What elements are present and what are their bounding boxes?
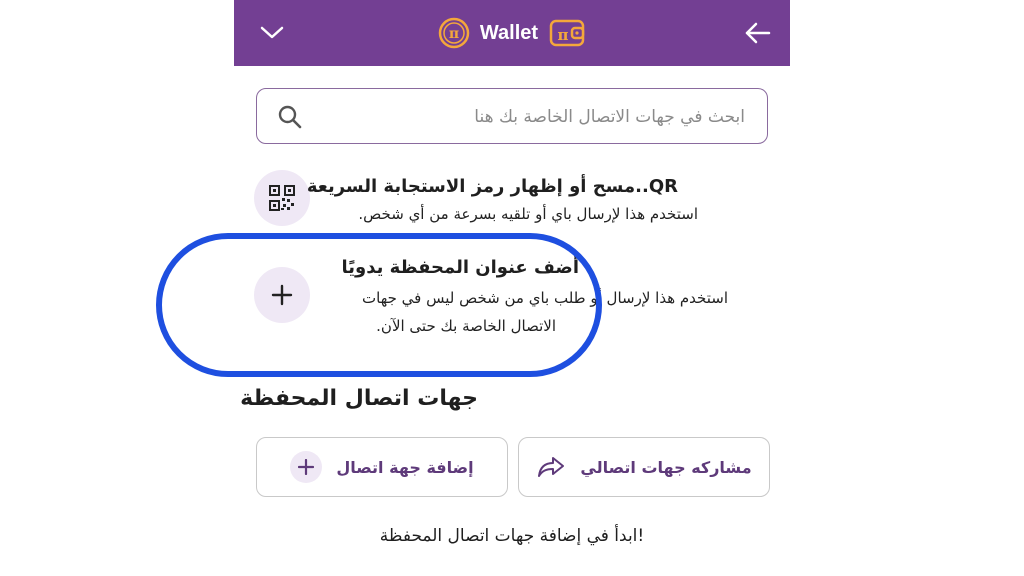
wallet-contacts-heading: جهات اتصال المحفظة xyxy=(240,386,478,411)
add-contact-plus-icon xyxy=(290,451,323,483)
pi-coin-icon: π xyxy=(438,17,470,49)
app-header: π Wallet π xyxy=(234,0,790,66)
search-icon xyxy=(278,105,302,129)
qr-option-description: استخدم هذا لإرسال باي أو تلقيه بسرعة من … xyxy=(358,205,698,223)
manual-address-title: أضف عنوان المحفظة يدويًا xyxy=(341,257,580,278)
manual-address-description-line-2: الاتصال الخاصة بك حتى الآن. xyxy=(376,317,556,335)
plus-icon-circle xyxy=(254,267,310,323)
page-title: Wallet xyxy=(479,21,539,44)
qr-icon-circle xyxy=(254,170,310,226)
wallet-icon: π xyxy=(549,19,585,47)
header-title-group: π Wallet π xyxy=(234,0,790,66)
search-bar[interactable] xyxy=(256,88,768,145)
search-input[interactable] xyxy=(333,89,747,145)
svg-text:π: π xyxy=(558,26,569,44)
qr-code-icon xyxy=(269,185,295,211)
arrow-left-icon xyxy=(745,22,771,44)
back-button[interactable] xyxy=(736,0,780,66)
share-contacts-button[interactable]: مشاركه جهات اتصالي xyxy=(518,437,770,497)
manual-address-description-line-1: استخدم هذا لإرسال أو طلب باي من شخص ليس … xyxy=(362,289,728,307)
share-contacts-label: مشاركه جهات اتصالي xyxy=(580,457,752,477)
wallet-screen: π Wallet π ابحث في جهات الاتصال الخاصة ب… xyxy=(234,0,790,576)
share-arrow-icon xyxy=(538,457,565,477)
qr-option-title: QR..مسح أو إظهار رمز الاستجابة السريعة xyxy=(306,176,678,197)
plus-icon xyxy=(271,284,293,306)
add-contact-label: إضافة جهة اتصال xyxy=(336,457,474,477)
empty-contacts-message: !ابدأ في إضافة جهات اتصال المحفظة xyxy=(379,526,645,546)
svg-text:π: π xyxy=(449,26,459,42)
add-contact-button[interactable]: إضافة جهة اتصال xyxy=(256,437,508,497)
